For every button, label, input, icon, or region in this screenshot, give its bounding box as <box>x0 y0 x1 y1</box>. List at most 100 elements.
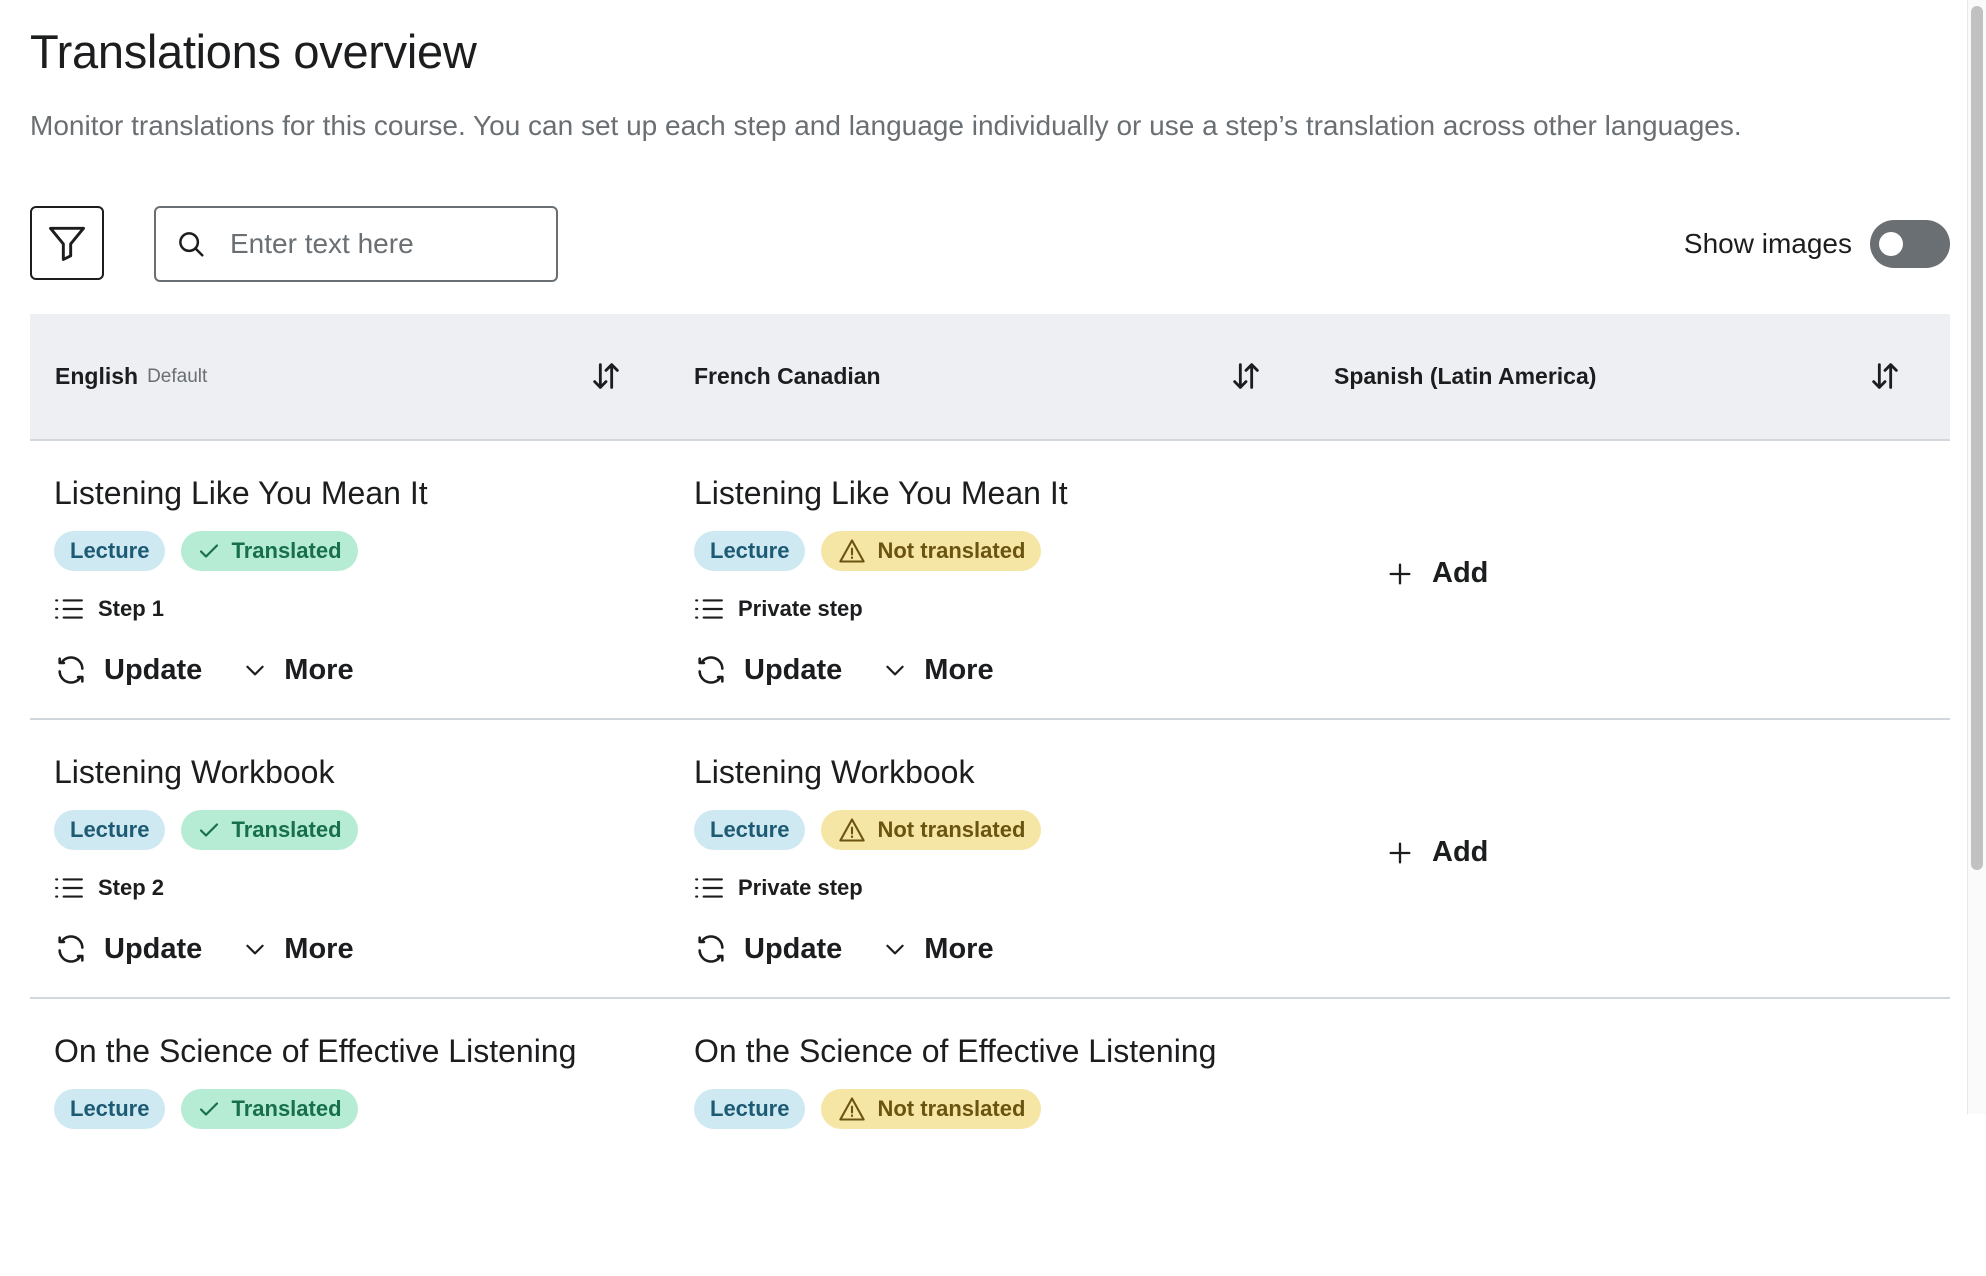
chevron-down-icon <box>246 665 264 676</box>
sort-icon[interactable] <box>1868 359 1902 393</box>
step-title[interactable]: Listening Workbook <box>694 752 974 792</box>
refresh-icon <box>698 935 724 963</box>
translated-badge: Translated <box>181 810 358 850</box>
translated-badge: Translated <box>181 531 358 571</box>
more-button[interactable]: More <box>882 932 994 966</box>
status-label: Translated <box>231 817 342 842</box>
more-label: More <box>284 653 354 686</box>
sort-icon[interactable] <box>589 359 623 393</box>
badges: Lecture Translated <box>54 531 374 571</box>
toolbar: Show images <box>30 206 1950 282</box>
step-label: Private step <box>738 596 863 621</box>
update-button[interactable]: Update <box>54 932 202 966</box>
status-label: Not translated <box>877 1096 1026 1121</box>
refresh-icon <box>58 656 84 684</box>
step-title[interactable]: Listening Like You Mean It <box>694 473 1068 513</box>
more-label: More <box>924 932 994 965</box>
chevron-down-icon <box>886 944 904 955</box>
badges: Lecture Translated <box>54 810 374 850</box>
column-name: English <box>55 363 139 389</box>
badges: Lecture Translated <box>54 1089 374 1129</box>
more-label: More <box>924 653 994 686</box>
update-label: Update <box>104 932 203 965</box>
more-button[interactable]: More <box>242 653 354 687</box>
column-header-french-canadian: French Canadian <box>694 314 881 439</box>
row-actions: Update More <box>54 653 394 687</box>
show-images-label: Show images <box>1683 228 1852 259</box>
step-info: Step 2 <box>54 875 164 901</box>
page-description: Monitor translations for this course. Yo… <box>30 110 1742 141</box>
step-title[interactable]: On the Science of Effective Listening <box>54 1031 576 1071</box>
badges: Lecture Not translated <box>694 810 1057 850</box>
show-images-toggle[interactable] <box>1870 220 1950 268</box>
column-name: French Canadian <box>694 363 881 389</box>
step-label: Private step <box>738 875 863 900</box>
refresh-icon <box>698 656 724 684</box>
chevron-down-icon <box>886 665 904 676</box>
sort-icon[interactable] <box>1229 359 1263 393</box>
step-title[interactable]: Listening Like You Mean It <box>54 473 428 513</box>
list-icon <box>695 599 723 619</box>
warning-icon <box>839 1097 866 1121</box>
filter-icon <box>49 226 85 261</box>
lecture-badge: Lecture <box>694 1089 806 1129</box>
warning-icon <box>839 818 866 842</box>
status-label: Translated <box>231 538 342 563</box>
warning-icon <box>839 539 866 563</box>
more-button[interactable]: More <box>242 932 354 966</box>
vertical-scrollbar[interactable] <box>1967 0 1986 1114</box>
lecture-badge: Lecture <box>54 531 166 571</box>
list-icon <box>55 599 83 619</box>
not-translated-badge: Not translated <box>821 810 1042 850</box>
step-label: Step 1 <box>98 596 165 621</box>
check-icon <box>200 1102 219 1116</box>
update-label: Update <box>744 653 843 686</box>
table-header: English Default French Canadian Spanish … <box>30 314 1950 441</box>
status-label: Not translated <box>877 538 1026 563</box>
step-title[interactable]: On the Science of Effective Listening <box>694 1031 1216 1071</box>
scrollbar-thumb[interactable] <box>1971 6 1983 870</box>
column-header-english: English Default <box>55 314 207 439</box>
table-row: On the Science of Effective Listening Le… <box>30 999 1950 1276</box>
more-label: More <box>284 932 354 965</box>
more-button[interactable]: More <box>882 653 994 687</box>
add-translation-button[interactable]: Add <box>1386 836 1488 869</box>
filter-button[interactable] <box>30 206 104 280</box>
list-icon <box>55 878 83 898</box>
lecture-badge: Lecture <box>54 810 166 850</box>
plus-icon <box>1389 842 1411 863</box>
page-title: Translations overview <box>30 25 477 78</box>
update-button[interactable]: Update <box>694 653 842 687</box>
table-row: Listening Workbook Lecture Translated St… <box>30 720 1950 999</box>
badges: Lecture Not translated <box>694 1089 1057 1129</box>
row-actions: Update More <box>54 932 394 966</box>
add-label: Add <box>1432 557 1489 589</box>
lecture-badge: Lecture <box>694 531 806 571</box>
row-actions: Update More <box>694 932 1034 966</box>
add-translation-button[interactable]: Add <box>1386 557 1488 590</box>
row-actions: Update More <box>694 653 1034 687</box>
update-label: Update <box>744 932 843 965</box>
column-name: Spanish (Latin America) <box>1334 363 1597 389</box>
step-info: Private step <box>694 875 863 901</box>
chevron-down-icon <box>246 944 264 955</box>
step-title[interactable]: Listening Workbook <box>54 752 334 792</box>
translations-table: English Default French Canadian Spanish … <box>30 314 1950 1276</box>
lecture-badge: Lecture <box>694 810 806 850</box>
update-button[interactable]: Update <box>694 932 842 966</box>
step-info: Private step <box>694 596 863 622</box>
toggle-knob <box>1879 232 1903 256</box>
update-button[interactable]: Update <box>54 653 202 687</box>
list-icon <box>695 878 723 898</box>
search-input[interactable] <box>228 227 532 261</box>
lecture-badge: Lecture <box>54 1089 166 1129</box>
check-icon <box>200 544 219 558</box>
badges: Lecture Not translated <box>694 531 1057 571</box>
check-icon <box>200 823 219 837</box>
status-label: Not translated <box>877 817 1026 842</box>
not-translated-badge: Not translated <box>821 531 1042 571</box>
update-label: Update <box>104 653 203 686</box>
column-header-spanish-latin-america: Spanish (Latin America) <box>1334 314 1596 439</box>
table-row: Listening Like You Mean It Lecture Trans… <box>30 441 1950 720</box>
search-field[interactable] <box>154 206 558 282</box>
